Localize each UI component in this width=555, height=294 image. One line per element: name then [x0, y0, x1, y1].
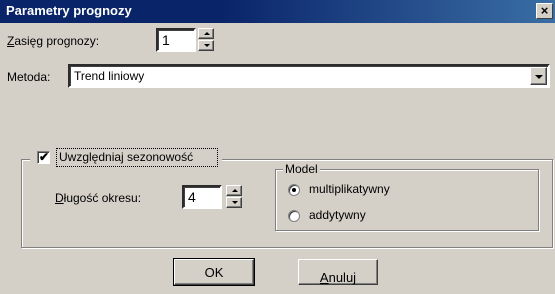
period-spin-down-button[interactable] — [226, 197, 242, 208]
period-label: Długość okresu: — [55, 191, 142, 205]
ok-label: OK — [204, 265, 224, 280]
range-value: 1 — [162, 32, 170, 48]
close-button[interactable]: × — [536, 3, 553, 19]
cancel-label: Anuluj — [319, 270, 357, 285]
period-value: 4 — [188, 189, 196, 205]
method-label: Metoda: — [7, 70, 51, 84]
spin-down-icon — [204, 44, 210, 47]
seasonality-checkbox[interactable]: ✔ — [37, 150, 50, 164]
range-label: Zasięg prognozy: — [7, 34, 100, 48]
cancel-button[interactable]: Anuluj — [298, 259, 378, 285]
radio-multiplikatywny[interactable] — [288, 184, 300, 196]
spin-up-icon — [204, 32, 210, 35]
close-icon: × — [540, 3, 549, 18]
radio-label-multiplikatywny[interactable]: multiplikatywny — [309, 182, 390, 196]
model-title: Model — [283, 162, 320, 176]
chevron-down-icon — [535, 75, 543, 79]
radio-label-addytywny[interactable]: addytywny — [309, 208, 366, 222]
seasonality-label[interactable]: Uwzględniaj sezonowość — [59, 150, 193, 164]
method-select[interactable]: Trend liniowy — [68, 64, 550, 88]
checkmark-icon: ✔ — [39, 150, 50, 164]
range-spin-down-button[interactable] — [198, 40, 214, 51]
spin-up-icon — [232, 189, 238, 192]
period-spin-up-button[interactable] — [226, 185, 242, 196]
radio-addytywny[interactable] — [288, 210, 300, 222]
spin-down-icon — [232, 201, 238, 204]
method-value: Trend liniowy — [74, 69, 145, 83]
window-title: Parametry prognozy — [6, 3, 132, 18]
period-input[interactable]: 4 — [182, 185, 222, 209]
title-bar[interactable]: Parametry prognozy × — [0, 0, 555, 23]
method-dropdown-button[interactable] — [530, 67, 547, 85]
ok-button[interactable]: OK — [173, 258, 255, 286]
range-spin-up-button[interactable] — [198, 28, 214, 39]
dialog-window: Parametry prognozy × Zasięg prognozy: 1 … — [0, 0, 555, 294]
radio-dot — [292, 188, 296, 192]
range-input[interactable]: 1 — [156, 28, 196, 52]
